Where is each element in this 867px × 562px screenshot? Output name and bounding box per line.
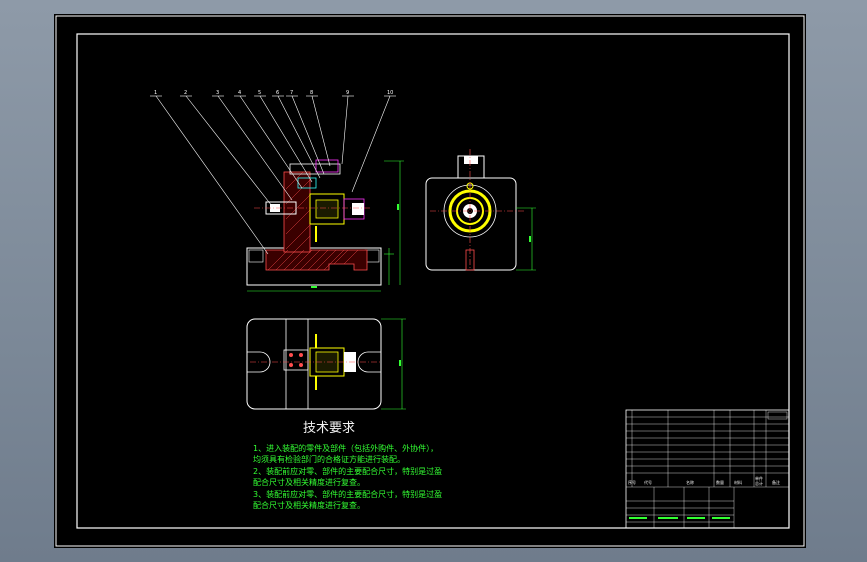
tb-header-material: 材料 <box>734 479 742 485</box>
tech-title: 技术要求 <box>303 421 355 436</box>
title-block: 序号 代号 名称 数量 材料 单件 总计 备注 <box>625 409 790 529</box>
balloon-4: 4 <box>238 90 241 96</box>
tech-line-5: 3、装配前应对零、部件的主要配合尺寸，特别是过盈 <box>253 489 442 499</box>
balloon-10: 10 <box>387 90 393 96</box>
tech-line-1: 1、进入装配的零件及部件（包括外购件、外协件）， <box>253 443 438 453</box>
top-view <box>246 318 406 410</box>
cad-drawing: 1 2 3 4 5 6 7 8 9 10 技术要求 1、进入装配的零件及部件（包… <box>55 15 805 547</box>
inner-border <box>76 33 790 529</box>
balloon-3: 3 <box>216 90 219 96</box>
tech-line-6: 配合尺寸及相关精度进行复查。 <box>253 500 365 510</box>
tb-header-remark: 备注 <box>772 479 780 485</box>
tech-line-3: 2、装配前应对零、部件的主要配合尺寸，特别是过盈 <box>253 466 442 476</box>
balloon-8: 8 <box>310 90 313 96</box>
tb-header-no: 序号 <box>628 479 636 485</box>
balloon-2: 2 <box>184 90 187 96</box>
technical-requirements: 技术要求 1、进入装配的零件及部件（包括外购件、外协件）， 均须具有检验部门的合… <box>253 421 442 510</box>
tb-header-code: 代号 <box>644 479 652 485</box>
front-view: 1 2 3 4 5 6 7 8 9 10 <box>150 90 404 292</box>
tb-header-name: 名称 <box>686 479 694 485</box>
drawing-canvas: 1 2 3 4 5 6 7 8 9 10 技术要求 1、进入装配的零件及部件（包… <box>54 14 806 548</box>
side-view <box>425 149 536 271</box>
balloon-6: 6 <box>276 90 279 96</box>
balloon-5: 5 <box>258 90 261 96</box>
tech-line-4: 配合尺寸及相关精度进行复查。 <box>253 477 365 487</box>
tb-header-total: 总计 <box>755 480 763 486</box>
balloon-7: 7 <box>290 90 293 96</box>
balloon-1: 1 <box>154 90 157 96</box>
balloon-9: 9 <box>346 90 349 96</box>
tech-line-2: 均须具有检验部门的合格证方能进行装配。 <box>253 454 405 464</box>
tb-header-qty: 数量 <box>716 479 724 485</box>
